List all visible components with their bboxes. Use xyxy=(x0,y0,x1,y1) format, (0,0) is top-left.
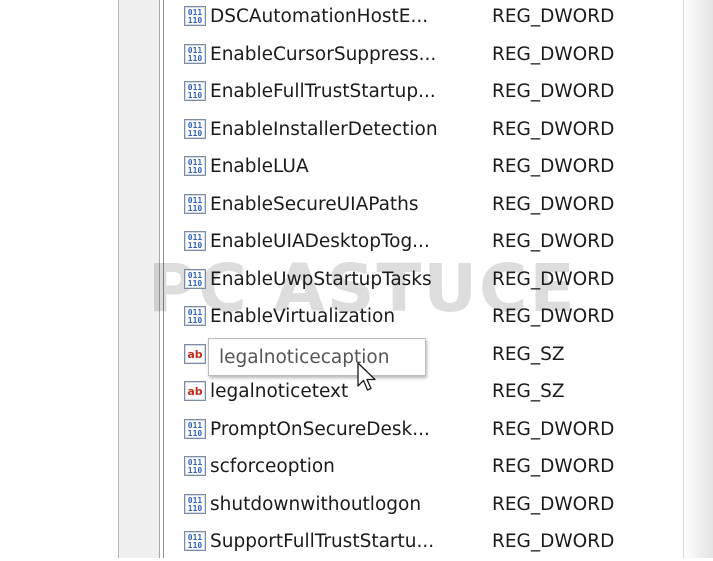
registry-tree-pane xyxy=(0,0,118,558)
svg-text:110: 110 xyxy=(188,466,203,475)
window-edge-line xyxy=(683,0,684,558)
svg-text:110: 110 xyxy=(188,504,203,513)
value-type: REG_SZ xyxy=(492,343,565,365)
value-type: REG_DWORD xyxy=(492,156,615,177)
pane-divider xyxy=(159,0,160,558)
value-type: REG_DWORD xyxy=(492,118,615,140)
value-row[interactable]: 011 110 EnableUIADesktopTog... REG_DWORD xyxy=(166,223,686,261)
mouse-cursor-icon xyxy=(357,362,379,392)
dword-value-icon: 011 110 xyxy=(184,493,206,514)
svg-text:110: 110 xyxy=(188,129,203,138)
value-row[interactable]: 011 110 EnableSecureUIAPaths REG_DWORD xyxy=(166,186,686,224)
value-type: REG_DWORD xyxy=(492,231,615,252)
dword-value-icon: 011 110 xyxy=(184,456,206,476)
svg-text:110: 110 xyxy=(188,16,203,25)
dword-value-icon: 011 110 xyxy=(184,418,206,439)
svg-text:110: 110 xyxy=(188,54,203,63)
value-row[interactable]: 011 110 shutdownwithoutlogon REG_DWORD xyxy=(166,486,686,524)
value-type: REG_DWORD xyxy=(492,493,615,515)
dword-value-icon: 011 110 xyxy=(184,193,206,214)
value-row[interactable]: 011 110 EnableUwpStartupTasks REG_DWORD xyxy=(166,261,686,299)
svg-text:ab: ab xyxy=(187,348,202,361)
svg-text:110: 110 xyxy=(188,241,203,250)
svg-text:ab: ab xyxy=(187,385,202,398)
value-type: REG_DWORD xyxy=(492,81,615,102)
string-value-icon: ab xyxy=(184,343,206,364)
dword-value-icon: 011 110 xyxy=(184,6,206,26)
svg-text:110: 110 xyxy=(188,541,203,550)
dword-value-icon: 011 110 xyxy=(184,118,206,139)
dword-value-icon: 011 110 xyxy=(184,231,206,251)
value-name: shutdownwithoutlogon xyxy=(210,493,422,515)
value-name: EnableLUA xyxy=(210,156,309,177)
dword-value-icon: 011 110 xyxy=(184,43,206,64)
dword-value-icon: 011 110 xyxy=(184,268,206,289)
svg-text:110: 110 xyxy=(188,316,203,325)
value-row[interactable]: 011 110 EnableCursorSuppress... REG_DWORD xyxy=(166,36,686,74)
value-name: scforceoption xyxy=(210,456,335,477)
value-name: DSCAutomationHostE... xyxy=(210,6,429,27)
value-type: REG_DWORD xyxy=(492,306,615,327)
dword-value-icon: 011 110 xyxy=(184,81,206,101)
value-row[interactable]: 011 110 EnableFullTrustStartup... REG_DWORD xyxy=(166,73,686,111)
window-edge xyxy=(683,0,713,558)
value-type: REG_DWORD xyxy=(492,6,615,27)
svg-text:110: 110 xyxy=(188,429,203,438)
registry-editor-value-list: PC ASTUCES 011110DSCAutomationHostE...RE… xyxy=(0,0,713,558)
value-type: REG_DWORD xyxy=(492,456,615,477)
value-type: REG_DWORD xyxy=(492,268,615,290)
pane-splitter[interactable] xyxy=(119,0,159,558)
value-name: EnableFullTrustStartup... xyxy=(210,81,436,102)
value-type: REG_SZ xyxy=(492,381,565,402)
name-tooltip: legalnoticecaption xyxy=(208,338,426,376)
value-row[interactable]: ab legalnoticetext REG_SZ xyxy=(166,373,686,411)
pane-divider xyxy=(163,0,164,558)
dword-value-icon: 011 110 xyxy=(184,531,206,551)
svg-text:110: 110 xyxy=(188,166,203,175)
svg-text:110: 110 xyxy=(188,279,203,288)
value-row[interactable]: 011 110 DSCAutomationHostE... REG_DWORD xyxy=(166,0,686,36)
value-row[interactable]: 011 110 SupportFullTrustStartu... REG_DWORD xyxy=(166,523,686,561)
value-name: EnableVirtualization xyxy=(210,306,396,327)
value-name: SupportFullTrustStartu... xyxy=(210,531,435,552)
svg-text:110: 110 xyxy=(188,91,203,100)
value-name: EnableInstallerDetection xyxy=(210,118,438,140)
value-name: EnableUwpStartupTasks xyxy=(210,268,432,290)
value-name: EnableSecureUIAPaths xyxy=(210,193,419,215)
value-name: legalnoticetext xyxy=(210,381,349,402)
value-row[interactable]: 011 110 EnableVirtualization REG_DWORD xyxy=(166,298,686,336)
value-type: REG_DWORD xyxy=(492,193,615,215)
value-row[interactable]: 011 110 EnableInstallerDetection REG_DWORD xyxy=(166,111,686,149)
value-row[interactable]: 011 110 EnableLUA REG_DWORD xyxy=(166,148,686,186)
value-name: EnableUIADesktopTog... xyxy=(210,231,430,252)
value-type: REG_DWORD xyxy=(492,43,615,65)
svg-text:110: 110 xyxy=(188,204,203,213)
value-list: 011 110 DSCAutomationHostE... REG_DWORD 011 1… xyxy=(166,0,686,561)
value-row[interactable]: 011 110 PromptOnSecureDesk... REG_DWORD xyxy=(166,411,686,449)
value-type: REG_DWORD xyxy=(492,418,615,440)
dword-value-icon: 011 110 xyxy=(184,306,206,326)
value-type: REG_DWORD xyxy=(492,531,615,552)
dword-value-icon: 011 110 xyxy=(184,156,206,176)
string-value-icon: ab xyxy=(184,381,206,401)
value-name: EnableCursorSuppress... xyxy=(210,43,437,65)
value-name: PromptOnSecureDesk... xyxy=(210,418,430,440)
value-row[interactable]: 011 110 scforceoption REG_DWORD xyxy=(166,448,686,486)
